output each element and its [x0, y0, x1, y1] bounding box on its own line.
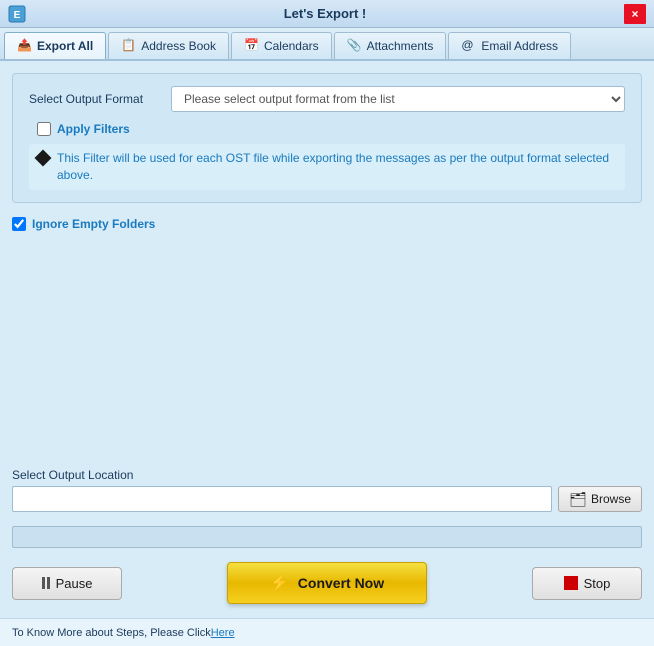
app-icon: E	[8, 5, 26, 23]
format-section: Select Output Format Please select outpu…	[12, 73, 642, 203]
location-row: 🗂 Browse	[12, 486, 642, 512]
tab-address-book-label: Address Book	[141, 39, 216, 53]
tab-address-book[interactable]: 📋 Address Book	[108, 32, 229, 59]
browse-button[interactable]: 🗂 Browse	[558, 486, 642, 512]
stop-icon	[564, 576, 578, 590]
ignore-label[interactable]: Ignore Empty Folders	[32, 217, 155, 231]
pause-label: Pause	[56, 576, 93, 591]
browse-icon: 🗂	[569, 491, 587, 508]
tab-attachments[interactable]: 📎 Attachments	[334, 32, 447, 59]
pause-button[interactable]: Pause	[12, 567, 122, 600]
browse-label: Browse	[591, 492, 631, 506]
tab-calendars[interactable]: 📅 Calendars	[231, 32, 332, 59]
footer-link[interactable]: Here	[211, 627, 235, 639]
progress-area	[12, 526, 642, 548]
tab-calendars-label: Calendars	[264, 39, 319, 53]
tab-attachments-label: Attachments	[367, 39, 434, 53]
location-section: Select Output Location 🗂 Browse	[12, 464, 642, 518]
filter-row: Apply Filters	[29, 122, 625, 136]
action-buttons: Pause ⚡ Convert Now Stop	[12, 556, 642, 606]
diamond-icon	[35, 150, 52, 167]
filter-info: This Filter will be used for each OST fi…	[29, 144, 625, 190]
format-select[interactable]: Please select output format from the lis…	[171, 86, 625, 112]
close-button[interactable]: ×	[624, 4, 646, 24]
ignore-row: Ignore Empty Folders	[12, 211, 642, 237]
convert-label: Convert Now	[298, 575, 384, 591]
window-title: Let's Export !	[26, 6, 624, 21]
tab-export-all[interactable]: 📤 Export All	[4, 32, 106, 59]
email-icon: @	[461, 38, 477, 54]
pause-icon	[42, 577, 50, 589]
tab-email-address[interactable]: @ Email Address	[448, 32, 571, 59]
footer-text: To Know More about Steps, Please Click	[12, 627, 211, 639]
tab-export-all-label: Export All	[37, 39, 93, 53]
filter-info-text: This Filter will be used for each OST fi…	[57, 150, 617, 184]
address-book-icon: 📋	[121, 38, 137, 54]
spacer	[12, 245, 642, 456]
ignore-checkbox[interactable]	[12, 217, 26, 231]
format-row: Select Output Format Please select outpu…	[29, 86, 625, 112]
pause-bar-right	[47, 577, 50, 589]
svg-text:E: E	[14, 10, 21, 21]
attachments-icon: 📎	[347, 38, 363, 54]
calendars-icon: 📅	[244, 38, 260, 54]
convert-button[interactable]: ⚡ Convert Now	[227, 562, 427, 604]
tab-email-address-label: Email Address	[481, 39, 558, 53]
filter-checkbox[interactable]	[37, 122, 51, 136]
tab-bar: 📤 Export All 📋 Address Book 📅 Calendars …	[0, 28, 654, 61]
main-content: Select Output Format Please select outpu…	[0, 61, 654, 618]
title-bar: E Let's Export ! ×	[0, 0, 654, 28]
footer: To Know More about Steps, Please Click H…	[0, 618, 654, 646]
stop-button[interactable]: Stop	[532, 567, 642, 600]
stop-label: Stop	[584, 576, 611, 591]
filter-label[interactable]: Apply Filters	[57, 122, 130, 136]
convert-icon: ⚡	[270, 573, 290, 593]
export-all-icon: 📤	[17, 38, 33, 54]
format-label: Select Output Format	[29, 92, 159, 106]
pause-bar-left	[42, 577, 45, 589]
location-label: Select Output Location	[12, 468, 642, 482]
location-input[interactable]	[12, 486, 552, 512]
